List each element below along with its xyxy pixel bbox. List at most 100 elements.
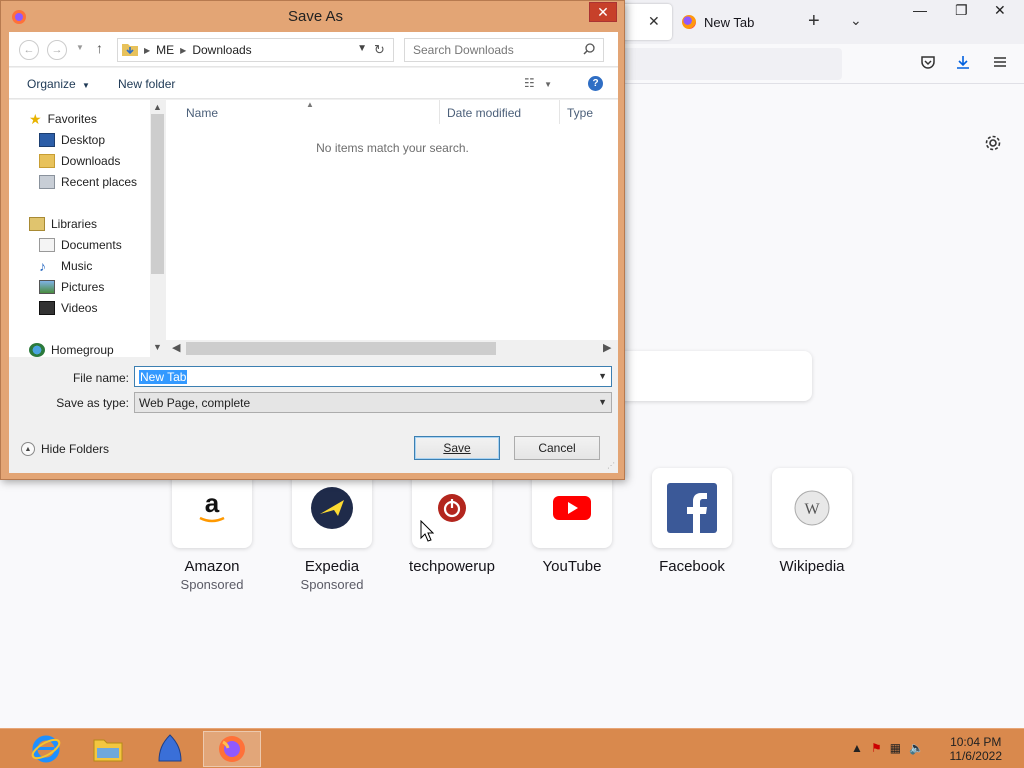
nav-item-favorites[interactable]: ★ Favorites	[29, 109, 97, 129]
column-type[interactable]: Type	[567, 106, 593, 120]
pocket-icon[interactable]	[920, 54, 936, 75]
minimize-icon[interactable]: —	[913, 2, 927, 18]
nav-item-homegroup[interactable]: Homegroup	[29, 340, 114, 357]
empty-message: No items match your search.	[316, 141, 469, 155]
clock-date: 11/6/2022	[949, 749, 1003, 763]
dialog-title: Save As	[288, 8, 344, 25]
forward-icon[interactable]: →	[47, 40, 67, 60]
nav-label: Music	[61, 259, 93, 273]
nav-item-documents[interactable]: Documents	[39, 235, 122, 255]
clock[interactable]: 10:04 PM 11/6/2022	[950, 735, 1003, 763]
firefox-icon	[682, 15, 696, 29]
organize-button[interactable]: Organize ▼	[27, 77, 90, 91]
collapse-up-icon: ▲	[21, 442, 35, 456]
top-site-name: Expedia	[304, 558, 360, 575]
nav-item-libraries[interactable]: Libraries	[29, 214, 97, 234]
chevron-down-icon[interactable]: ▼	[598, 371, 607, 381]
dialog-body: ← → ▼ ↑ ▶ ME ▶ Downloads ▼ ↻ Search Down…	[9, 32, 618, 473]
nav-scrollbar[interactable]: ▲ ▼	[150, 100, 165, 357]
column-divider[interactable]	[559, 100, 560, 124]
tab-new-tab[interactable]: New Tab	[682, 12, 754, 32]
breadcrumb-me[interactable]: ME	[156, 43, 174, 57]
command-bar: Organize ▼ New folder ☷ ▼ ?	[9, 68, 618, 99]
scroll-right-icon[interactable]: ▶	[603, 341, 611, 354]
top-site-name: Amazon	[184, 558, 240, 575]
nav-label: Homegroup	[51, 343, 114, 357]
column-divider[interactable]	[439, 100, 440, 124]
show-hidden-icons-icon[interactable]: ▲	[851, 741, 863, 755]
action-center-flag-icon[interactable]: ⚑	[871, 741, 882, 755]
scroll-down-icon[interactable]: ▼	[153, 342, 162, 352]
nav-item-recent-places[interactable]: Recent places	[39, 172, 137, 192]
list-all-tabs-icon[interactable]: ⌄	[850, 12, 862, 29]
dialog-close-button[interactable]: ✕	[589, 2, 617, 22]
nav-item-videos[interactable]: Videos	[39, 298, 97, 318]
file-name-field[interactable]: New Tab ▼	[134, 366, 612, 387]
file-name-label: File name:	[72, 371, 129, 385]
internet-explorer-icon[interactable]	[17, 731, 75, 767]
url-bar[interactable]	[620, 48, 842, 80]
app-icon[interactable]	[141, 731, 199, 767]
top-site-amazon[interactable]: a Amazon Sponsored	[162, 468, 262, 592]
chevron-down-icon: ▼	[598, 397, 607, 407]
file-list-scrollbar[interactable]: ◀ ▶	[166, 340, 618, 357]
top-site-techpowerup[interactable]: techpowerup	[402, 468, 502, 575]
close-icon[interactable]: ✕	[994, 2, 1006, 19]
libraries-icon	[29, 217, 45, 231]
tab-close-icon[interactable]: ✕	[648, 13, 660, 30]
column-name[interactable]: Name	[186, 106, 218, 120]
dialog-titlebar[interactable]: Save As ✕	[1, 1, 624, 31]
network-icon[interactable]: ▦	[890, 741, 901, 755]
breadcrumb-separator-icon: ▶	[180, 45, 187, 55]
scroll-thumb[interactable]	[186, 342, 496, 355]
save-type-select[interactable]: Web Page, complete ▼	[134, 392, 612, 413]
back-icon[interactable]: ←	[19, 40, 39, 60]
svg-text:a: a	[205, 488, 220, 518]
view-options-icon[interactable]: ☷ ▼	[524, 76, 552, 90]
file-explorer-icon[interactable]	[79, 731, 137, 767]
mouse-cursor-icon	[420, 519, 435, 545]
save-button[interactable]: Save	[414, 436, 500, 460]
download-icon[interactable]	[955, 54, 971, 75]
resize-grip-icon[interactable]: ⋰	[607, 461, 615, 470]
nav-item-pictures[interactable]: Pictures	[39, 277, 104, 297]
top-site-wikipedia[interactable]: W Wikipedia	[762, 468, 862, 575]
hide-folders-label: Hide Folders	[41, 442, 110, 456]
recent-locations-icon[interactable]: ▼	[76, 43, 84, 52]
chevron-down-icon[interactable]: ▼	[357, 43, 367, 54]
help-icon[interactable]: ?	[588, 76, 603, 91]
new-folder-button[interactable]: New folder	[118, 77, 175, 91]
search-field[interactable]	[404, 38, 604, 62]
breadcrumb-downloads[interactable]: Downloads	[192, 43, 251, 57]
restore-icon[interactable]: ❐	[955, 2, 968, 19]
scroll-left-icon[interactable]: ◀	[172, 341, 180, 354]
top-site-facebook[interactable]: Facebook	[642, 468, 742, 575]
top-site-youtube[interactable]: YouTube	[522, 468, 622, 575]
page-search-box[interactable]	[612, 351, 812, 401]
scroll-thumb[interactable]	[151, 114, 164, 274]
desktop-icon	[39, 133, 55, 147]
search-input[interactable]	[413, 43, 578, 57]
top-site-expedia[interactable]: Expedia Sponsored	[282, 468, 382, 592]
taskbar: ▲ ⚑ ▦ 🔈 10:04 PM 11/6/2022	[0, 728, 1024, 768]
up-arrow-icon[interactable]: ↑	[96, 40, 103, 56]
volume-icon[interactable]: 🔈	[909, 741, 924, 755]
nav-item-downloads[interactable]: Downloads	[39, 151, 120, 171]
hide-folders-button[interactable]: ▲ Hide Folders	[21, 442, 109, 456]
address-bar[interactable]: ▶ ME ▶ Downloads ▼	[117, 38, 394, 62]
tab-active[interactable]: ✕	[620, 4, 672, 40]
cancel-button[interactable]: Cancel	[514, 436, 600, 460]
column-date-modified[interactable]: Date modified	[447, 106, 521, 120]
gear-icon[interactable]	[984, 134, 1002, 157]
top-site-name: Facebook	[659, 558, 725, 575]
nav-item-desktop[interactable]: Desktop	[39, 130, 105, 150]
scroll-up-icon[interactable]: ▲	[153, 102, 162, 112]
organize-label: Organize	[27, 77, 76, 91]
search-icon	[583, 43, 595, 58]
navigation-pane: ★ Favorites Desktop Downloads Recent pla…	[9, 100, 165, 357]
top-site-sponsored: Sponsored	[300, 577, 364, 592]
menu-icon[interactable]	[992, 54, 1008, 75]
firefox-icon[interactable]	[203, 731, 261, 767]
new-tab-button[interactable]: +	[808, 10, 820, 33]
nav-item-music[interactable]: ♪ Music	[39, 256, 92, 276]
